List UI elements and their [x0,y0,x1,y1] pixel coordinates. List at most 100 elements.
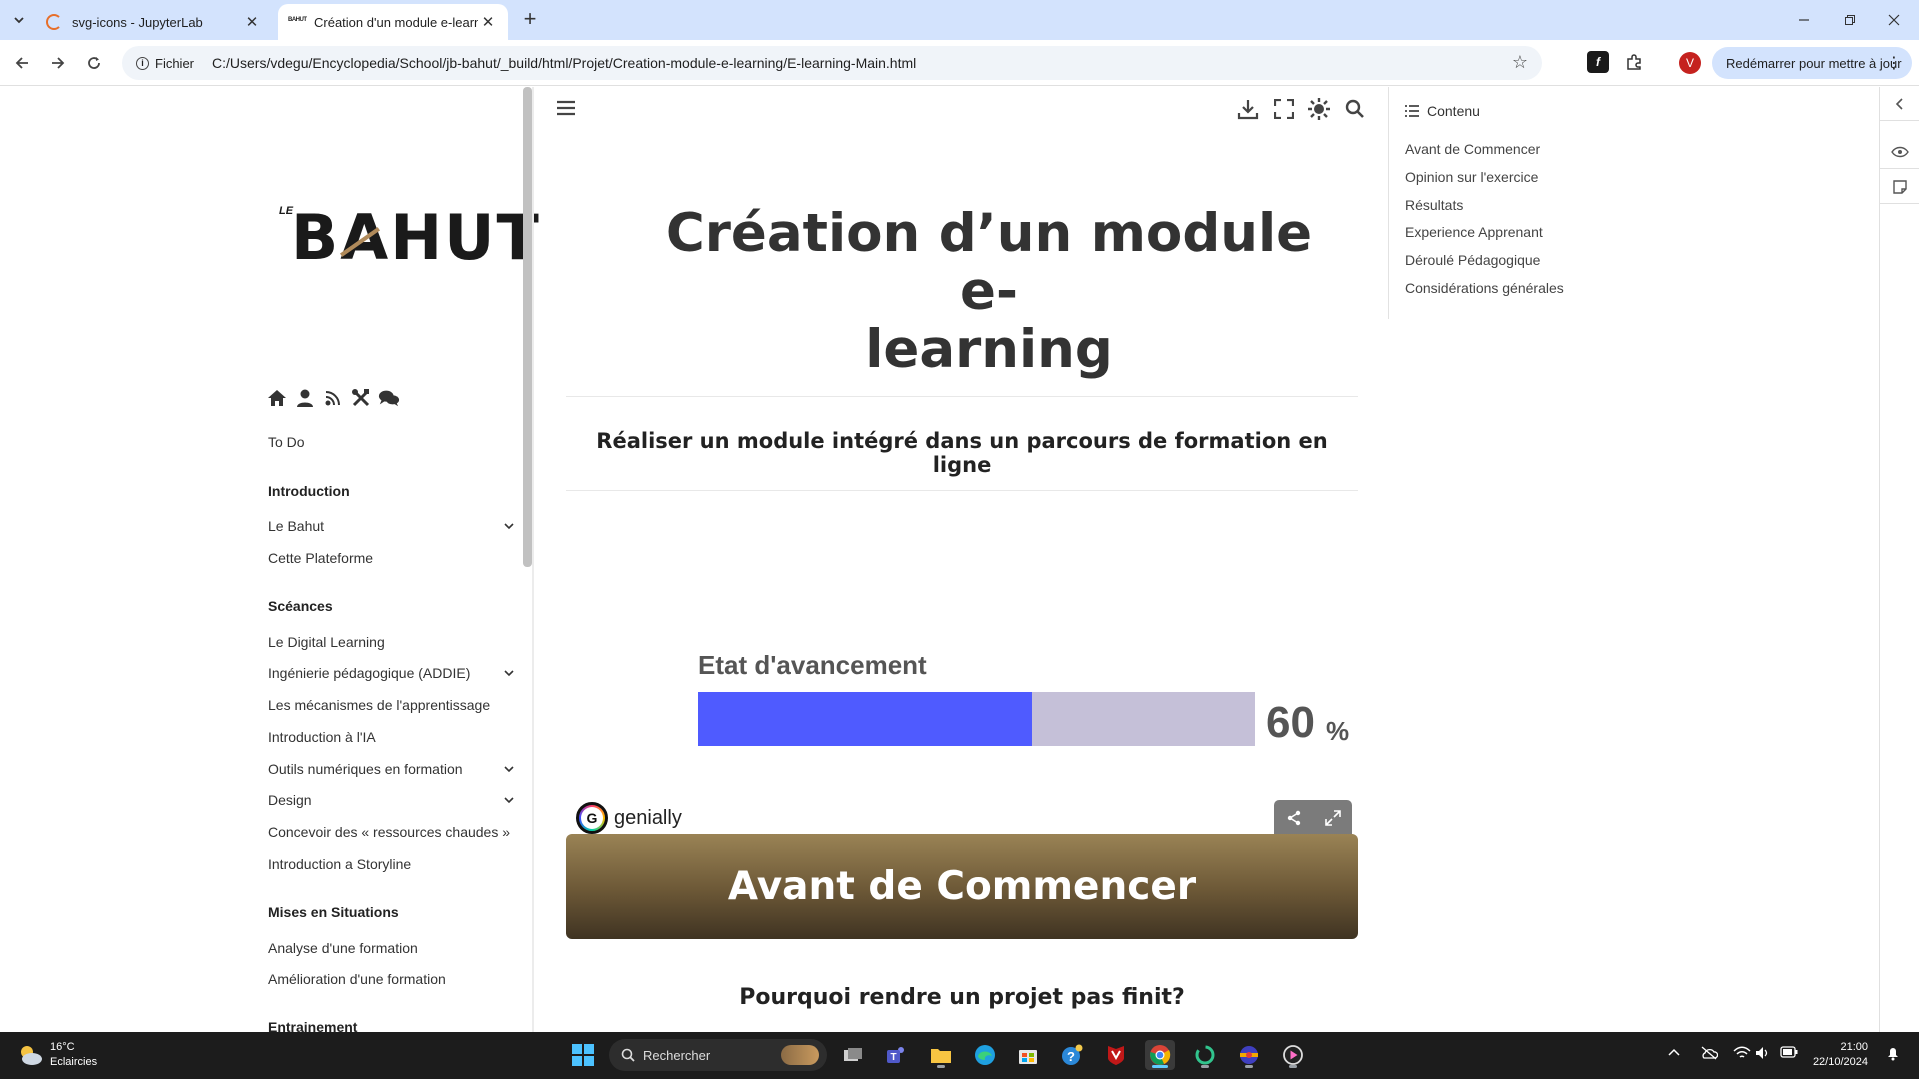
site-logo[interactable]: LE BAHUT [277,201,539,275]
taskbar-search-box[interactable]: Rechercher [609,1039,827,1071]
toc-item[interactable]: Déroulé Pédagogique [1405,252,1540,268]
sidebar-item-todo[interactable]: To Do [268,434,305,450]
extensions-puzzle-icon[interactable] [1623,51,1645,73]
reload-button[interactable] [80,49,108,77]
tools-icon[interactable] [350,387,372,409]
system-clock[interactable]: 21:00 22/10/2024 [1810,1040,1868,1070]
sidebar-item-design[interactable]: Design [268,792,312,808]
podcast-icon[interactable] [322,387,344,409]
notifications-bell-icon[interactable] [1885,1045,1901,1064]
sidebar-item-cette-plateforme[interactable]: Cette Plateforme [268,550,373,566]
eye-icon [1891,146,1909,157]
search-highlight-art [781,1045,819,1065]
address-bar[interactable]: i Fichier C:/Users/vdegu/Encyclopedia/Sc… [122,46,1542,80]
sidebar-item-mecanismes[interactable]: Les mécanismes de l'apprentissage [268,697,490,713]
article-main: Création d’un module e- learning Réalise… [534,87,1389,1032]
volume-icon[interactable] [1755,1046,1771,1063]
onedrive-off-icon[interactable] [1700,1046,1719,1063]
site-info-chip[interactable]: i Fichier [128,50,202,76]
tab-jupyterlab[interactable]: svg-icons - JupyterLab ✕ [36,4,272,40]
sidebar-item-ressources-chaudes[interactable]: Concevoir des « ressources chaudes » [268,824,510,840]
sidebar-caption-introduction: Introduction [268,483,350,499]
show-hidden-icons-chevron-up-icon[interactable] [1668,1046,1680,1060]
toc-item[interactable]: Opinion sur l'exercice [1405,169,1538,185]
sidebar-item-storyline[interactable]: Introduction a Storyline [268,856,411,872]
close-tab-icon[interactable]: ✕ [242,12,262,32]
jupyter-desktop-icon[interactable] [1190,1040,1220,1070]
toc-item[interactable]: Experience Apprenant [1405,224,1543,240]
genially-embed[interactable]: Etat d'avancement 60 % G genially [566,537,1358,847]
back-button[interactable] [8,49,36,77]
edge-icon[interactable] [970,1040,1000,1070]
update-button-label: Redémarrer pour mettre à jour [1726,55,1902,71]
restart-update-button[interactable]: Redémarrer pour mettre à jour ⋮ [1712,47,1912,79]
fullscreen-icon[interactable] [1272,97,1296,121]
file-explorer-icon[interactable] [926,1040,956,1070]
bookmark-star-icon[interactable]: ☆ [1512,52,1528,73]
task-view-icon[interactable] [838,1040,868,1070]
genially-logo[interactable]: G genially [576,802,682,834]
profile-avatar[interactable]: V [1679,52,1701,74]
store-icon[interactable] [1013,1040,1043,1070]
new-tab-button[interactable]: + [518,8,542,32]
visibility-button[interactable] [1880,135,1919,169]
restore-window-button[interactable] [1828,6,1872,34]
forward-button[interactable] [44,49,72,77]
app-running-indicator [1289,1065,1297,1068]
url-text[interactable]: C:/Users/vdegu/Encyclopedia/School/jb-ba… [212,55,916,71]
weather-widget[interactable]: 16°C Eclaircies [16,1040,97,1070]
wifi-icon[interactable] [1733,1046,1751,1063]
sidebar-item-intro-ia[interactable]: Introduction à l'IA [268,729,376,745]
close-window-button[interactable] [1872,6,1916,34]
start-button[interactable] [568,1040,598,1070]
media-player-icon[interactable] [1278,1040,1308,1070]
divider [566,396,1358,397]
logo-text: BAHUT [291,201,541,274]
toc-item[interactable]: Résultats [1405,197,1463,213]
restore-icon [1845,15,1855,25]
extension-fx-icon[interactable]: f [1587,51,1609,73]
sidebar-item-outils[interactable]: Outils numériques en formation [268,761,463,777]
tab-search-dropdown-button[interactable] [8,8,30,32]
sidebar-item-digital-learning[interactable]: Le Digital Learning [268,634,385,650]
search-icon[interactable] [1343,97,1367,121]
page-title-line-2: learning [865,319,1113,380]
home-icon[interactable] [266,387,288,409]
app-orb-icon[interactable] [1234,1040,1264,1070]
teams-icon[interactable]: T [882,1040,912,1070]
mcafee-icon[interactable] [1101,1040,1131,1070]
app-running-indicator [937,1065,945,1068]
annotation-note-button[interactable] [1880,170,1919,204]
sidebar-item-le-bahut[interactable]: Le Bahut [268,518,324,534]
help-icon[interactable]: ? [1057,1040,1087,1070]
sidebar-item-amelioration[interactable]: Amélioration d'une formation [268,971,446,987]
chevron-down-icon[interactable] [502,762,516,776]
collapse-rail-button[interactable] [1880,87,1919,121]
sidebar-scrollbar-thumb[interactable] [523,87,532,567]
arrow-right-icon [52,57,65,69]
toc-item[interactable]: Avant de Commencer [1405,141,1540,157]
close-tab-icon[interactable]: ✕ [478,12,498,32]
browser-toolbar: i Fichier C:/Users/vdegu/Encyclopedia/Sc… [0,40,1919,86]
user-icon[interactable] [294,387,316,409]
download-icon[interactable] [1236,97,1260,121]
sidebar-item-ingenierie[interactable]: Ingénierie pédagogique (ADDIE) [268,665,470,681]
expand-icon[interactable] [1324,809,1341,831]
chevron-down-icon[interactable] [502,793,516,807]
battery-icon[interactable] [1780,1046,1798,1061]
minimize-window-button[interactable] [1782,6,1826,34]
chrome-icon[interactable] [1145,1040,1175,1070]
sidebar-item-analyse[interactable]: Analyse d'une formation [268,940,418,956]
toc-item[interactable]: Considérations générales [1405,280,1564,296]
comments-icon[interactable] [378,387,400,409]
menu-icon[interactable] [554,96,578,120]
theme-icon[interactable] [1307,97,1331,121]
close-icon [1888,14,1900,26]
tab-elearning[interactable]: BAHUT Création d'un module e-learnin ✕ [278,4,508,40]
chevron-down-icon[interactable] [502,519,516,533]
sidebar-icon-links [266,387,400,409]
share-icon[interactable] [1286,810,1302,831]
info-icon: i [136,56,149,70]
chevron-down-icon[interactable] [502,666,516,680]
more-options-icon[interactable]: ⋮ [1886,53,1902,73]
